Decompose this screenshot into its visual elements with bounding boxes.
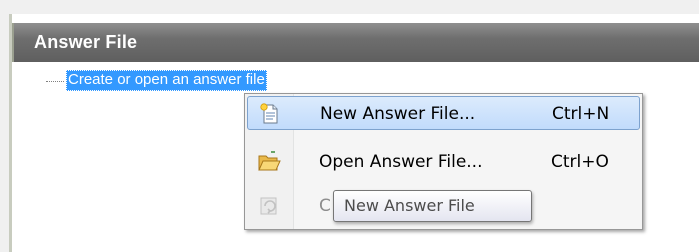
window-top-strip: [0, 0, 699, 14]
menu-item-shortcut: Ctrl+O: [551, 152, 609, 172]
tooltip: New Answer File: [333, 190, 532, 222]
menu-item-label: New Answer File...: [320, 104, 476, 124]
tree-node-create-open[interactable]: Create or open an answer file: [66, 70, 267, 91]
menu-item-label: C: [319, 196, 331, 216]
menu-item-open-answer-file[interactable]: Open Answer File... Ctrl+O: [247, 145, 640, 179]
menu-item-shortcut: Ctrl+N: [552, 104, 610, 124]
menu-item-label: Open Answer File...: [319, 152, 483, 172]
answer-file-pane-header: Answer File: [12, 23, 699, 62]
new-file-icon: [260, 103, 278, 124]
pane-title: Answer File: [34, 32, 138, 52]
open-folder-icon: [258, 151, 281, 171]
menu-item-new-answer-file[interactable]: New Answer File... Ctrl+N: [247, 96, 640, 130]
tree-connector-line: [46, 81, 64, 82]
close-file-icon: [260, 197, 277, 215]
